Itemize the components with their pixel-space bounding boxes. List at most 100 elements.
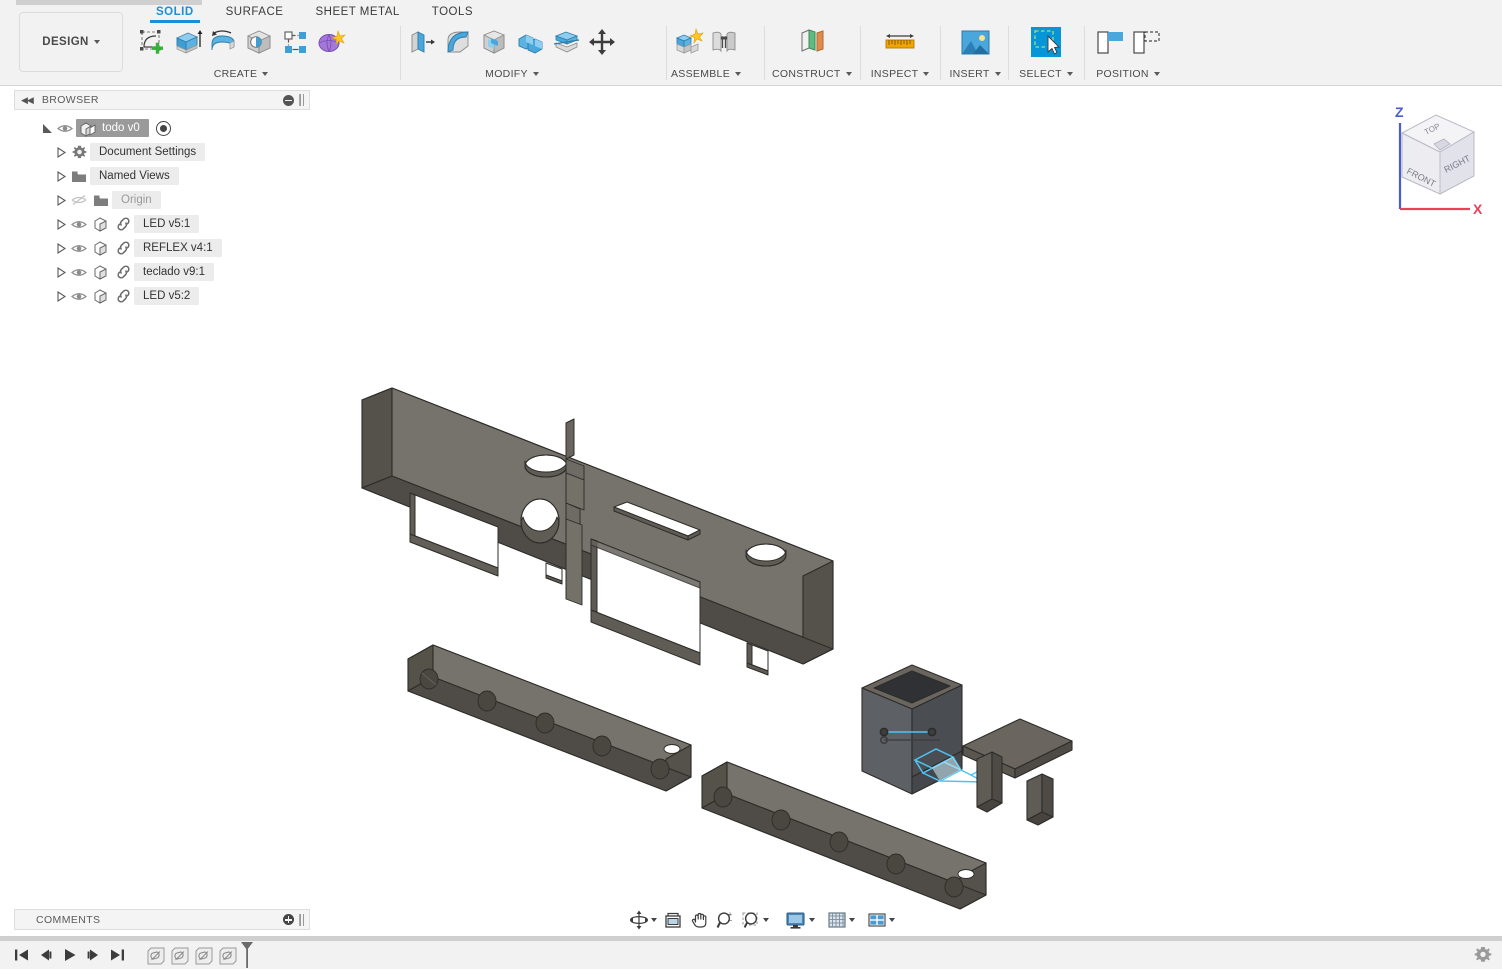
timeline-feature-joint-1[interactable] (144, 944, 168, 968)
tree-node-todo[interactable]: todo v0 (14, 116, 310, 140)
minus-circle-icon[interactable] (283, 94, 294, 106)
view-cube[interactable]: Z X TOP FRONT RIGHT (1374, 101, 1494, 217)
ribbon-divider-5 (940, 26, 941, 80)
tree-expand-arrow-collapsed[interactable] (54, 290, 68, 302)
hole-icon[interactable] (241, 22, 277, 62)
design-workspace-switcher[interactable]: DESIGN (19, 12, 123, 72)
move-position-icon[interactable] (1128, 22, 1164, 62)
plus-circle-icon[interactable] (283, 914, 294, 925)
tree-node-document-settings[interactable]: Document Settings (14, 140, 310, 164)
visibility-eye-icon[interactable] (54, 123, 76, 134)
x-axis-label: X (1473, 201, 1483, 217)
timeline-feature-joint-3[interactable] (192, 944, 216, 968)
select-window-icon[interactable] (1016, 22, 1076, 62)
tree-node-named-views[interactable]: Named Views (14, 164, 310, 188)
tab-sheet-metal[interactable]: SHEET METAL (299, 5, 415, 23)
fit-icon[interactable] (660, 908, 686, 932)
browser-resize-grip[interactable] (299, 94, 305, 106)
timeline-feature-joint-4[interactable] (216, 944, 240, 968)
viewports-icon[interactable] (864, 908, 898, 932)
joint-icon[interactable] (706, 22, 742, 62)
timeline-playhead[interactable] (240, 942, 254, 968)
tree-expand-arrow-collapsed[interactable] (54, 194, 68, 206)
collapse-left-arrows-icon[interactable]: ◀◀ (21, 95, 34, 106)
visibility-eye-off-icon[interactable] (68, 194, 90, 206)
ribbon-group-insert-label[interactable]: INSERT (949, 68, 1001, 80)
tree-node-led-v5-1-label: LED v5:1 (134, 215, 200, 233)
shell-icon[interactable] (476, 22, 512, 62)
gear-icon (68, 145, 90, 160)
measure-icon[interactable] (868, 22, 932, 62)
tree-expand-arrow-collapsed[interactable] (54, 266, 68, 278)
timeline-step-forward-button[interactable] (82, 943, 104, 967)
timeline-go-start-button[interactable] (10, 943, 32, 967)
tree-node-teclado-v9-1-label: teclado v9:1 (134, 263, 215, 281)
ribbon-group-position-label[interactable]: POSITION (1096, 68, 1160, 80)
timeline-step-back-button[interactable] (34, 943, 56, 967)
document-component-icon (80, 122, 97, 140)
extrude-icon[interactable] (169, 22, 205, 62)
ribbon-group-select-label[interactable]: SELECT (1019, 68, 1073, 80)
ribbon-group-inspect-label[interactable]: INSPECT (871, 68, 930, 80)
ribbon-group-construct-label[interactable]: CONSTRUCT (772, 68, 852, 80)
ribbon-group-modify: MODIFY (404, 22, 620, 84)
combine-icon[interactable] (512, 22, 548, 62)
browser-panel-header: ◀◀ BROWSER (14, 90, 310, 110)
form-icon[interactable] (313, 22, 349, 62)
timeline-feature-joint-2[interactable] (168, 944, 192, 968)
tree-node-named-views-label: Named Views (90, 167, 179, 185)
rectangular-pattern-icon[interactable] (277, 22, 313, 62)
tree-node-led-v5-2[interactable]: LED v5:2 (14, 284, 310, 308)
move-copy-icon[interactable] (584, 22, 620, 62)
tree-node-reflex-v4-1[interactable]: REFLEX v4:1 (14, 236, 310, 260)
align-icon[interactable] (1092, 22, 1128, 62)
chevron-down-icon (735, 72, 741, 77)
visibility-eye-icon[interactable] (68, 291, 90, 302)
tab-solid-label: SOLID (156, 6, 194, 18)
fillet-icon[interactable] (440, 22, 476, 62)
zoom-icon[interactable]: + – (712, 908, 738, 932)
display-settings-icon[interactable] (782, 908, 818, 932)
chevron-down-icon (763, 918, 769, 922)
split-face-icon[interactable] (548, 22, 584, 62)
tree-node-led-v5-1[interactable]: LED v5:1 (14, 212, 310, 236)
grid-snaps-icon[interactable] (824, 908, 858, 932)
tree-expand-arrow-collapsed[interactable] (54, 146, 68, 158)
design-workspace-label: DESIGN (42, 36, 89, 48)
orbit-icon[interactable] (626, 908, 660, 932)
tree-expand-arrow-expanded[interactable] (40, 123, 54, 134)
comments-resize-grip[interactable] (299, 913, 305, 926)
offset-plane-icon[interactable] (774, 22, 850, 62)
press-pull-icon[interactable] (404, 22, 440, 62)
insert-image-icon[interactable] (948, 22, 1002, 62)
visibility-eye-icon[interactable] (68, 267, 90, 278)
zoom-window-icon[interactable] (738, 908, 772, 932)
timeline-go-end-button[interactable] (106, 943, 128, 967)
tree-expand-arrow-collapsed[interactable] (54, 170, 68, 182)
visibility-eye-icon[interactable] (68, 243, 90, 254)
workspace-tabs: SOLID SURFACE SHEET METAL TOOLS (140, 5, 489, 23)
chevron-down-icon (93, 40, 100, 44)
create-sketch-icon[interactable] (133, 22, 169, 62)
tree-node-teclado-v9-1[interactable]: teclado v9:1 (14, 260, 310, 284)
visibility-eye-icon[interactable] (68, 219, 90, 230)
pan-icon[interactable] (686, 908, 712, 932)
tab-surface[interactable]: SURFACE (210, 5, 300, 23)
new-component-icon[interactable] (670, 22, 706, 62)
tree-expand-arrow-collapsed[interactable] (54, 218, 68, 230)
ribbon-divider-2 (666, 26, 667, 80)
tree-node-origin[interactable]: Origin (14, 188, 310, 212)
activate-component-radio[interactable] (155, 120, 171, 136)
tree-expand-arrow-collapsed[interactable] (54, 242, 68, 254)
ribbon-group-assemble-label[interactable]: ASSEMBLE (671, 68, 741, 80)
chevron-down-icon (923, 72, 930, 77)
ribbon-group-modify-label[interactable]: MODIFY (485, 68, 539, 80)
settings-gear-icon[interactable] (1474, 946, 1492, 969)
ribbon-group-create-label[interactable]: CREATE (214, 68, 269, 80)
ribbon-divider-1 (400, 26, 401, 80)
tab-tools[interactable]: TOOLS (416, 5, 489, 23)
ribbon-group-create: CREATE (133, 22, 349, 84)
revolve-icon[interactable] (205, 22, 241, 62)
timeline-play-button[interactable] (58, 943, 80, 967)
tab-solid[interactable]: SOLID (140, 5, 210, 23)
